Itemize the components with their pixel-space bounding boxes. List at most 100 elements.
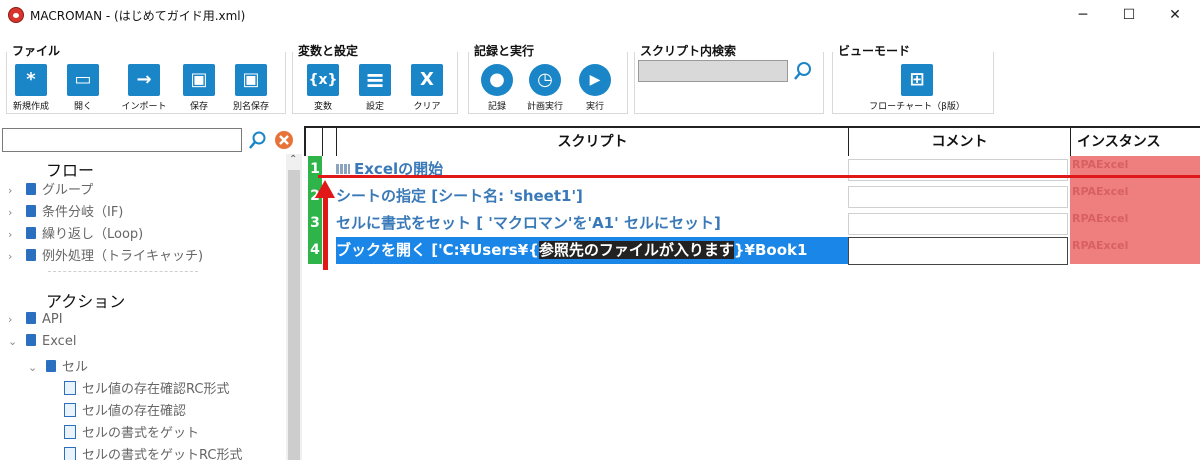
script-cell[interactable]: シートの指定 [シート名: 'sheet1'] [336,183,848,210]
script-cell[interactable]: Excelの開始 [336,156,848,183]
header-marker [322,128,336,156]
instance-cell[interactable]: RPAExcel [1070,237,1200,264]
book-icon [46,360,56,372]
table-icon [336,164,350,174]
row-number: 1 [308,156,322,183]
action-panel: フロー › グループ › 条件分岐（IF) › 繰り返し（Loop) › 例外処理（トラ… [0,126,302,460]
ribbon-group-vars: 変数と設定 {x} 変数 ≡ 設定 X クリア [290,42,458,114]
minimize-button[interactable]: ─ [1060,0,1106,30]
clear-icon: X [411,64,443,96]
tree-item-cell-exists-rc[interactable]: セル値の存在確認RC形式 [64,378,229,400]
section-flow: フロー [46,161,95,180]
save-as-button[interactable]: ▣ 別名保存 [226,64,276,112]
annotation-arrow-shaft [323,196,328,270]
instance-cell[interactable]: RPAExcel [1070,183,1200,210]
action-search-input[interactable] [2,128,242,152]
instance-cell[interactable]: RPAExcel [1070,210,1200,237]
book-icon [26,249,36,261]
tree-item-group[interactable]: › グループ [8,179,93,201]
tree-scrollbar[interactable]: ⌃ [286,154,302,460]
flowchart-icon: ⊞ [901,64,933,96]
header-script[interactable]: スクリプト [336,128,848,156]
variables-button[interactable]: {x} 変数 [298,64,348,112]
maximize-button[interactable]: ☐ [1106,0,1152,30]
script-cell[interactable]: セルに書式をセット [ 'マクロマン'を'A1' セルにセット] [336,210,848,237]
new-button[interactable]: * 新規作成 [6,64,56,112]
ribbon-group-record: 記録と実行 ● 記録 ◷ 計画実行 ▶ 実行 [466,42,628,114]
chevron-right-icon: › [8,228,13,241]
tree-item-if[interactable]: › 条件分岐（IF) [8,201,123,223]
tree-item-excel[interactable]: ⌄ Excel [8,334,76,356]
record-icon: ● [481,64,513,96]
chevron-right-icon: › [8,184,13,197]
annotation-line [318,175,1200,178]
search-icon[interactable] [792,60,814,82]
document-icon [64,447,76,460]
document-icon [64,425,76,439]
book-icon [26,205,36,217]
chevron-right-icon: › [8,313,13,326]
table-row[interactable]: 2 シートの指定 [シート名: 'sheet1'] RPAExcel [304,183,1200,210]
save-button[interactable]: ▣ 保存 [174,64,224,112]
window-title: MACROMAN - (はじめてガイド用.xml) [30,9,246,23]
asterisk-icon: * [15,64,47,96]
script-search-input[interactable] [638,60,788,82]
play-icon: ▶ [579,64,611,96]
chevron-down-icon: ⌄ [28,361,38,374]
chevron-right-icon: › [8,206,13,219]
clear-button[interactable]: X クリア [402,64,452,112]
app-logo-icon [8,7,24,23]
close-button[interactable]: ✕ [1152,0,1198,30]
table-row[interactable]: 1 Excelの開始 RPAExcel [304,156,1200,183]
record-button[interactable]: ● 記録 [472,64,522,112]
row-number: 4 [308,237,322,264]
header-row-num [304,128,322,156]
run-button[interactable]: ▶ 実行 [570,64,620,112]
section-action: アクション [46,292,126,311]
scrollbar-thumb[interactable] [288,170,300,460]
book-icon [26,183,36,195]
tree-item-get-cell-format[interactable]: セルの書式をゲット [64,422,199,444]
chevron-down-icon: ⌄ [8,335,18,348]
ribbon-group-file: ファイル * 新規作成 ▭ 開く → インポート ▣ 保存 ▣ 別名保存 [4,42,286,114]
save-icon: ▣ [183,64,215,96]
chevron-up-icon[interactable]: ⌃ [289,154,297,165]
folder-icon: ▭ [67,64,99,96]
section-divider [48,271,198,272]
tree-item-get-cell-format-rc[interactable]: セルの書式をゲットRC形式 [64,444,242,460]
row-number: 3 [308,210,322,237]
action-tree: フロー › グループ › 条件分岐（IF) › 繰り返し（Loop) › 例外処理（トラ… [0,154,286,460]
flowchart-button[interactable]: ⊞ フローチャート（β版） [862,64,972,112]
title-bar: MACROMAN - (はじめてガイド用.xml) ─ ☐ ✕ [0,0,1200,30]
table-row[interactable]: 3 セルに書式をセット [ 'マクロマン'を'A1' セルにセット] RPAEx… [304,210,1200,237]
comment-cell[interactable] [848,237,1068,265]
chevron-right-icon: › [8,250,13,263]
comment-cell[interactable] [848,213,1068,235]
table-row-selected[interactable]: 4 ブックを開く ['C:¥Users¥{参照先のファイルが入ります}¥Book… [304,237,1200,265]
save-as-icon: ▣ [235,64,267,96]
script-cell[interactable]: ブックを開く ['C:¥Users¥{参照先のファイルが入ります}¥Book1 [336,237,848,264]
tree-item-cell-exists[interactable]: セル値の存在確認 [64,400,186,422]
header-instance[interactable]: インスタンス [1070,128,1200,156]
header-comment[interactable]: コメント [848,128,1070,156]
tree-item-try-catch[interactable]: › 例外処理（トライキャッチ) [8,245,203,267]
grid-header: スクリプト コメント インスタンス [304,126,1200,156]
ribbon: ファイル * 新規作成 ▭ 開く → インポート ▣ 保存 ▣ 別名保存 変数と… [0,30,1200,120]
book-icon [26,312,36,324]
book-icon [26,227,36,239]
ribbon-group-view: ビューモード ⊞ フローチャート（β版） [830,42,994,114]
search-icon[interactable] [248,130,268,150]
clear-search-icon[interactable] [274,130,294,150]
import-button[interactable]: → インポート [116,64,172,112]
document-icon [64,381,76,395]
settings-button[interactable]: ≡ 設定 [350,64,400,112]
open-button[interactable]: ▭ 開く [58,64,108,112]
book-icon [26,334,36,346]
tree-item-loop[interactable]: › 繰り返し（Loop) [8,223,143,245]
tree-item-api[interactable]: › API [8,312,63,334]
tree-item-cell[interactable]: ⌄ セル [28,356,88,378]
schedule-button[interactable]: ◷ 計画実行 [520,64,570,112]
highlighted-path-text: 参照先のファイルが入ります [538,241,734,259]
instance-cell[interactable]: RPAExcel [1070,156,1200,183]
comment-cell[interactable] [848,186,1068,208]
